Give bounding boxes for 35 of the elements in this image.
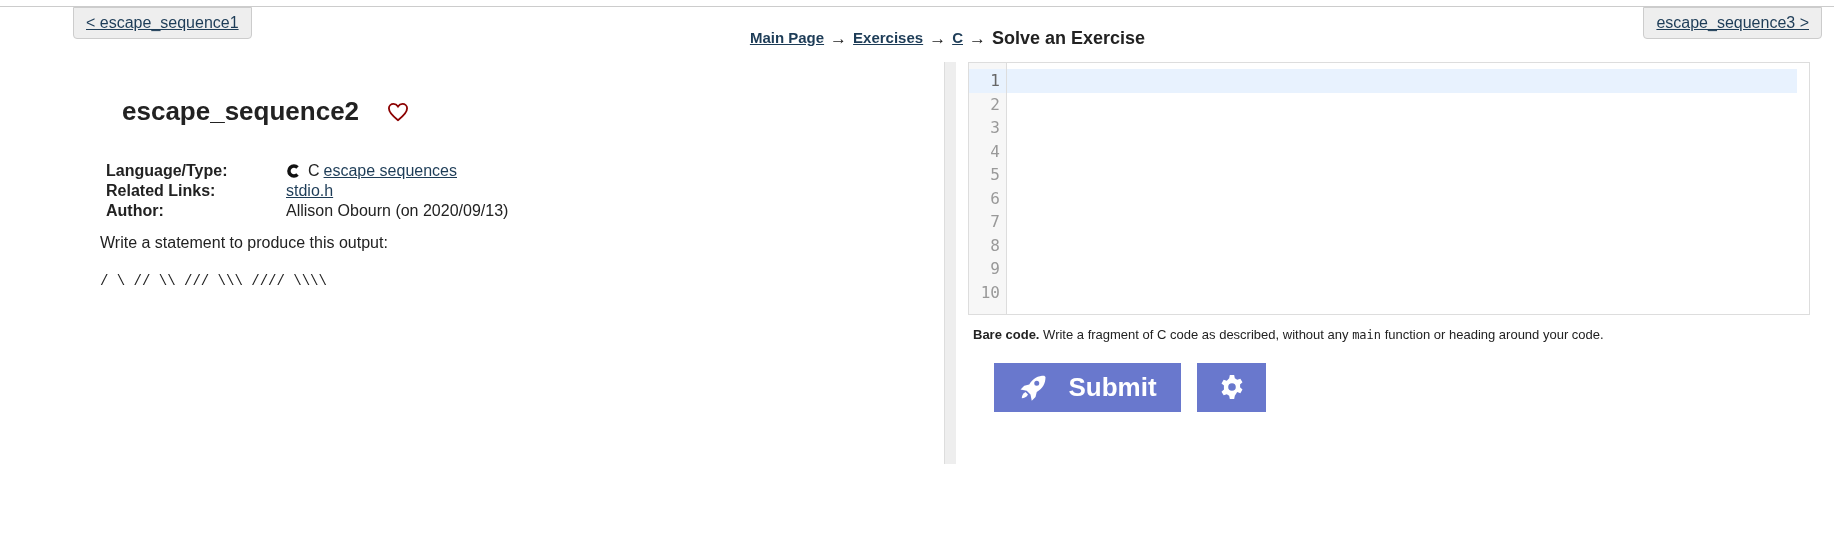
expected-output: / \ // \\ /// \\\ //// \\\\ (100, 272, 328, 291)
breadcrumb-current: Solve an Exercise (992, 27, 1146, 50)
settings-button[interactable] (1197, 362, 1266, 412)
line-number: 9 (989, 258, 1001, 280)
line-number: 8 (989, 234, 1001, 257)
breadcrumb-separator: → (969, 27, 986, 50)
next-exercise-link[interactable]: escape_sequence3 > (1643, 7, 1822, 39)
submit-button[interactable]: Submit (994, 362, 1181, 412)
type-link[interactable]: escape sequences (323, 161, 457, 181)
breadcrumb-link[interactable]: C (952, 27, 963, 50)
related-link[interactable]: stdio.h (286, 181, 334, 201)
line-number: 6 (989, 187, 1001, 210)
line-number: 1 (969, 69, 1006, 93)
previous-exercise-link[interactable]: < escape_sequence1 (73, 7, 252, 39)
breadcrumb-separator: → (929, 27, 947, 50)
c-logo-icon (286, 164, 300, 178)
line-number: 2 (989, 93, 1001, 116)
line-number: 3 (989, 117, 1001, 139)
breadcrumb-link[interactable]: Exercises (853, 27, 924, 50)
code-editor[interactable]: 1 2 3 4 5 6 7 8 9 10 (968, 62, 1810, 315)
exercise-title: escape_sequence2 (122, 95, 360, 128)
author-name: Allison Obourn (on 2020/09/13) (286, 201, 509, 221)
line-number: 7 (989, 211, 1001, 233)
exercise-description: Write a statement to produce this output: (100, 233, 389, 253)
bare-code-note: Bare code. Write a fragment of C code as described, without any main function or heading around your code. (972, 326, 1605, 344)
info-label: Language/Type: (106, 161, 229, 181)
info-label: Related Links: (106, 181, 217, 201)
line-number: 5 (989, 164, 1001, 186)
breadcrumb-separator: → (830, 27, 848, 50)
line-number: 10 (979, 281, 1001, 304)
language-name: C (308, 161, 320, 181)
breadcrumb-link[interactable]: Main Page (749, 27, 825, 50)
info-label: Author: (106, 201, 165, 221)
line-number: 4 (989, 140, 1001, 163)
heart-icon[interactable] (387, 101, 410, 122)
